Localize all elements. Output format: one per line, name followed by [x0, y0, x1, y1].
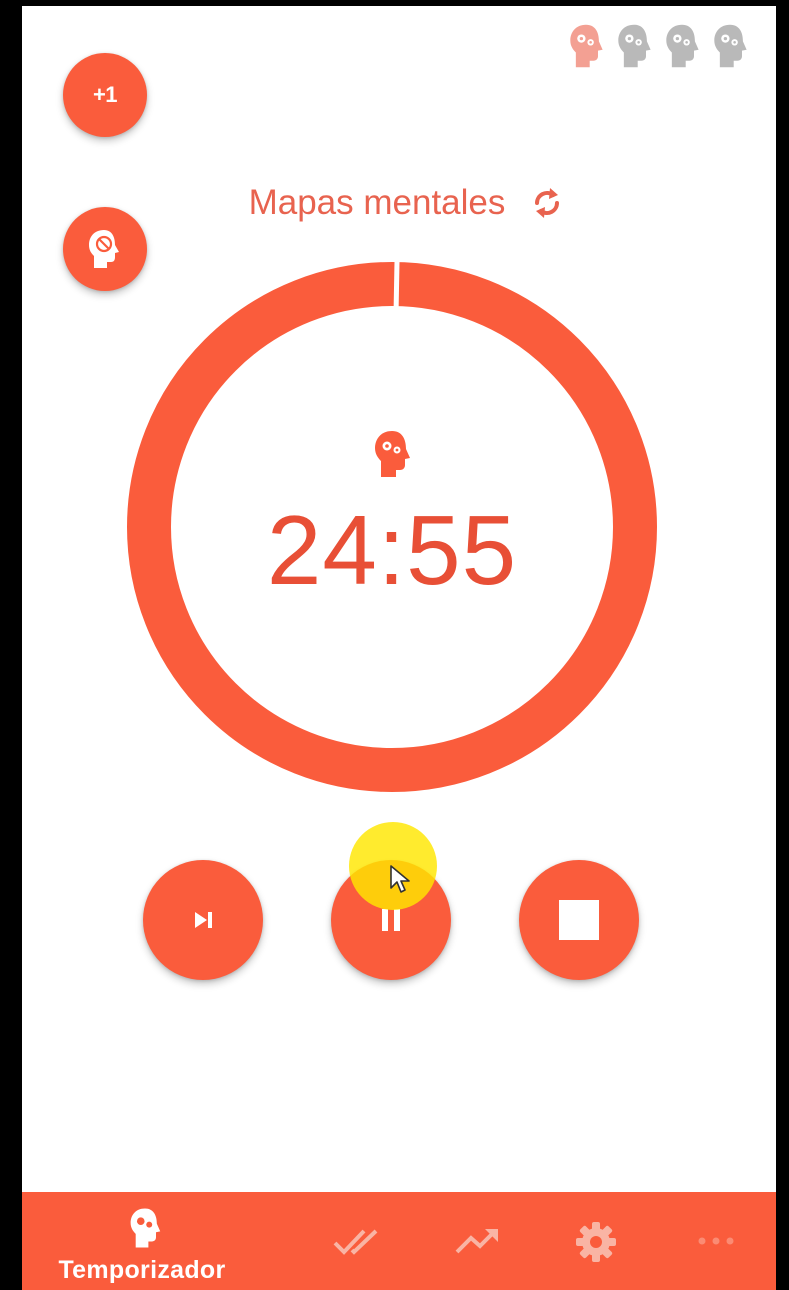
focus-head-icon	[130, 1208, 161, 1248]
task-name[interactable]: Mapas mentales	[249, 183, 506, 223]
more-icon[interactable]	[696, 1236, 736, 1246]
bottom-navigation: Temporizador	[22, 1192, 776, 1290]
session-head-icon	[570, 24, 603, 68]
nav-item-timer[interactable]: Temporizador	[22, 1192, 262, 1290]
trending-up-icon[interactable]	[454, 1226, 502, 1256]
gear-icon[interactable]	[574, 1220, 618, 1264]
session-head-icon	[714, 24, 747, 68]
nav-item-label: Temporizador	[58, 1256, 226, 1284]
ring-progress-mark	[393, 262, 400, 310]
add-pomodoro-label: +1	[92, 82, 118, 107]
add-pomodoro-button[interactable]: +1	[63, 53, 147, 137]
pause-icon	[382, 909, 400, 931]
session-head-icon	[618, 24, 651, 68]
task-row: Mapas mentales	[22, 178, 776, 228]
sync-icon[interactable]	[527, 183, 567, 223]
head-block-icon	[89, 230, 119, 268]
skip-button[interactable]	[143, 860, 263, 980]
stop-button[interactable]	[519, 860, 639, 980]
focus-head-icon	[375, 431, 410, 477]
skip-next-icon	[195, 912, 212, 928]
session-head-icon	[666, 24, 699, 68]
timer-display: 24:55	[266, 495, 518, 605]
app-screen: +1 Mapas mentales 24:55 Temporizador	[22, 6, 776, 1290]
session-indicators	[566, 22, 750, 70]
pause-button[interactable]	[331, 860, 451, 980]
stop-icon	[559, 900, 599, 940]
done-all-icon[interactable]	[332, 1226, 380, 1258]
